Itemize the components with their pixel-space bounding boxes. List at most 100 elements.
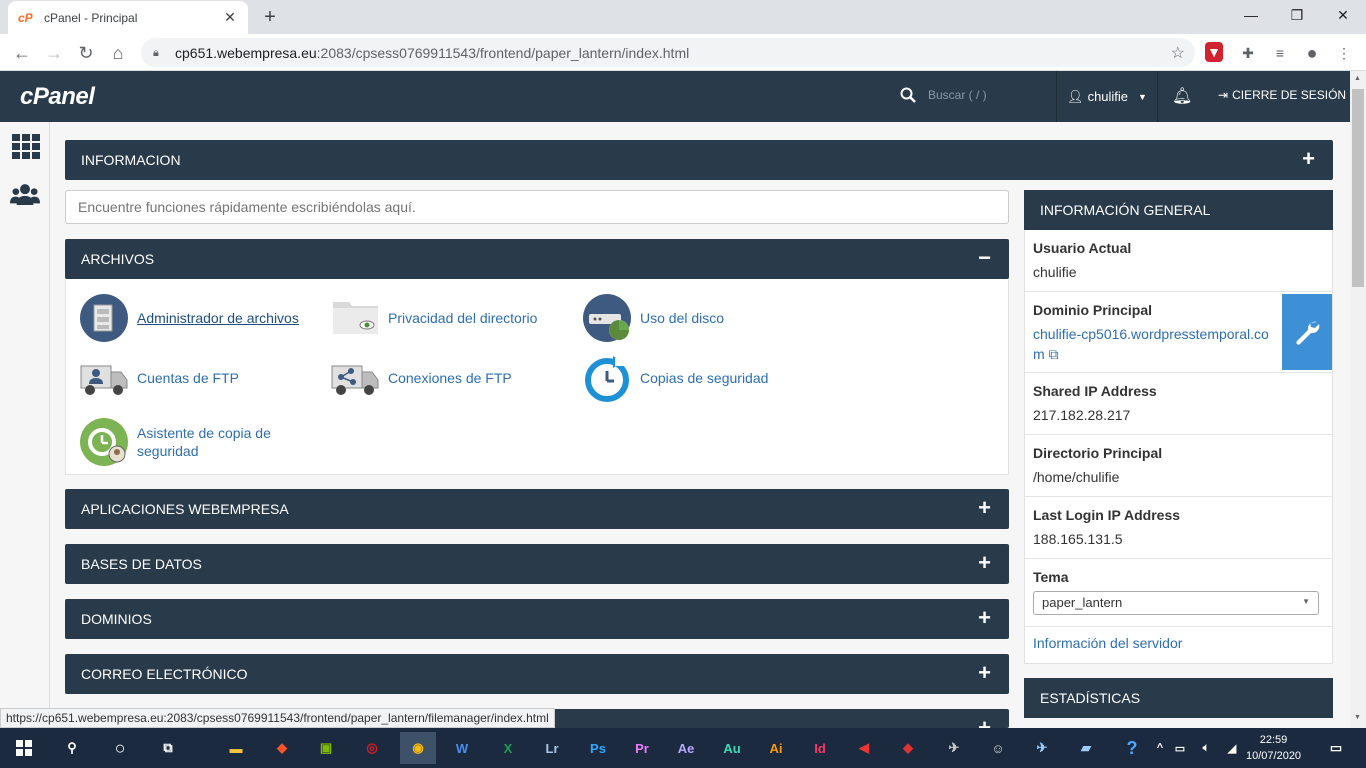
illustrator-icon[interactable]: Ai	[760, 732, 792, 764]
app-icon-4[interactable]: ☺	[982, 732, 1014, 764]
help-icon[interactable]: ?	[1116, 732, 1148, 764]
taskbar-clock[interactable]: 22:59 10/07/2020	[1246, 732, 1301, 764]
scroll-down-icon[interactable]: ▼	[1354, 714, 1361, 721]
informacion-panel-header[interactable]: INFORMACION +	[65, 140, 1333, 180]
primary-domain-link[interactable]: chulifie-cp5016.wordpresstemporal.com ⧉	[1033, 324, 1278, 364]
notifications-icon[interactable]: ▭	[1320, 732, 1352, 764]
expand-plus-icon[interactable]: +	[978, 717, 991, 729]
close-tab-icon[interactable]: ✕	[222, 9, 238, 26]
backup-link[interactable]: Copias de seguridad	[583, 354, 768, 402]
expand-plus-icon[interactable]: +	[1302, 148, 1315, 170]
scroll-thumb[interactable]	[1352, 89, 1364, 287]
app-icon-2[interactable]: ◆	[892, 732, 924, 764]
browser-menu-icon[interactable]: ⋮	[1333, 42, 1355, 64]
app-icon-5[interactable]: ✈	[1026, 732, 1058, 764]
expand-plus-icon[interactable]: +	[978, 497, 991, 519]
user-menu[interactable]: 👤︎ chulifie ▼	[1056, 71, 1158, 122]
word-icon[interactable]: W	[446, 732, 478, 764]
domain-settings-button[interactable]	[1282, 294, 1332, 370]
server-info-link[interactable]: Información del servidor	[1033, 635, 1182, 651]
app-icon-1[interactable]: ◀	[848, 732, 880, 764]
theme-selected: paper_lantern	[1042, 595, 1123, 610]
browser-tab[interactable]: cP cPanel - Principal ✕	[8, 1, 248, 34]
volume-icon[interactable]: 🔈︎	[1196, 732, 1216, 764]
excel-icon[interactable]: X	[492, 732, 524, 764]
indesign-icon[interactable]: Id	[804, 732, 836, 764]
ftp-connections-label: Conexiones de FTP	[388, 370, 512, 386]
current-user-label: Usuario Actual	[1033, 240, 1132, 256]
media-control-icon[interactable]: ≡	[1269, 42, 1291, 64]
maximize-icon[interactable]: ❐	[1274, 0, 1320, 30]
extensions-icon[interactable]: ✚	[1237, 42, 1259, 64]
last-login-value: 188.165.131.5	[1033, 531, 1123, 547]
window-close-icon[interactable]: ✕	[1320, 0, 1366, 30]
apps-grid-icon[interactable]	[12, 132, 42, 162]
directory-privacy-icon	[333, 302, 378, 334]
users-icon[interactable]	[10, 180, 40, 210]
disk-usage-link[interactable]: Uso del disco	[583, 294, 724, 342]
profile-icon[interactable]: ●	[1301, 42, 1323, 64]
bookmark-star-icon[interactable]: ☆	[1171, 43, 1185, 63]
windows-start-icon[interactable]	[8, 732, 40, 764]
dominios-panel-header[interactable]: DOMINIOS +	[65, 599, 1009, 639]
logout-button[interactable]: ⇥ CIERRE DE SESIÓN	[1218, 88, 1346, 102]
notifications-bell-icon[interactable]: 🔔︎	[1172, 86, 1192, 106]
store-icon[interactable]: ▣	[310, 732, 342, 764]
collapse-minus-icon[interactable]: −	[978, 247, 991, 269]
browser-toolbar: ← → ↻ ⌂ 🔒︎ cp651.webempresa.eu:2083/cpse…	[0, 34, 1366, 71]
battery-icon[interactable]: ▭	[1170, 732, 1190, 764]
expand-plus-icon[interactable]: +	[978, 552, 991, 574]
theme-select[interactable]: paper_lantern ▼	[1033, 591, 1319, 615]
new-tab-icon[interactable]: +	[258, 5, 282, 29]
back-icon[interactable]: ←	[8, 39, 36, 67]
aplicaciones-panel-header[interactable]: APLICACIONES WEBEMPRESA +	[65, 489, 1009, 529]
app-icon-3[interactable]: ✈	[938, 732, 970, 764]
backup-wizard-link[interactable]: Asistente de copia de seguridad	[80, 418, 297, 466]
home-icon[interactable]: ⌂	[104, 39, 132, 67]
brave-icon[interactable]: ◆	[266, 732, 298, 764]
photoshop-icon[interactable]: Ps	[582, 732, 614, 764]
minimize-icon[interactable]: —	[1228, 0, 1274, 30]
brave-shield-icon[interactable]: ▼	[1205, 42, 1223, 62]
app-icon-6[interactable]: ▰	[1070, 732, 1102, 764]
file-manager-link[interactable]: Administrador de archivos	[80, 294, 299, 342]
address-bar[interactable]: 🔒︎ cp651.webempresa.eu:2083/cpsess076991…	[141, 38, 1195, 67]
archivos-title: ARCHIVOS	[81, 251, 155, 267]
lightroom-icon[interactable]: Lr	[536, 732, 568, 764]
file-manager-label: Administrador de archivos	[137, 310, 299, 326]
theme-row: Tema paper_lantern ▼	[1025, 559, 1332, 627]
directory-privacy-link[interactable]: Privacidad del directorio	[331, 294, 537, 342]
find-functions-input[interactable]	[65, 190, 1009, 224]
scroll-up-icon[interactable]: ▲	[1354, 75, 1361, 82]
cortana-icon[interactable]: ○	[104, 732, 136, 764]
reload-icon[interactable]: ↻	[72, 39, 100, 67]
chrome-icon[interactable]: ◉	[400, 732, 436, 764]
ftp-accounts-icon	[80, 365, 128, 395]
clock-date: 10/07/2020	[1246, 750, 1302, 762]
premiere-icon[interactable]: Pr	[626, 732, 658, 764]
home-dir-value: /home/chulifie	[1033, 469, 1120, 485]
theme-label: Tema	[1033, 569, 1069, 585]
show-hidden-icons[interactable]: ^	[1150, 732, 1170, 764]
task-view-icon[interactable]: ⧉	[152, 732, 184, 764]
cpanel-logo[interactable]: cPanel	[20, 83, 95, 111]
ftp-connections-link[interactable]: Conexiones de FTP	[331, 354, 512, 402]
expand-plus-icon[interactable]: +	[978, 662, 991, 684]
url-path: :2083/cpsess0769911543/frontend/paper_la…	[316, 44, 690, 61]
taskbar-search-icon[interactable]: ⚲	[56, 732, 88, 764]
cpanel-search[interactable]: Buscar ( / )	[900, 87, 987, 103]
cpanel-header: cPanel Buscar ( / ) 👤︎ chulifie ▼ 🔔︎ ⇥ C…	[0, 71, 1350, 122]
network-icon[interactable]: ◢	[1222, 732, 1242, 764]
expand-plus-icon[interactable]: +	[978, 607, 991, 629]
creative-cloud-icon[interactable]: ◎	[356, 732, 388, 764]
informacion-title: INFORMACION	[81, 152, 181, 168]
ftp-accounts-link[interactable]: Cuentas de FTP	[80, 354, 239, 402]
audition-icon[interactable]: Au	[716, 732, 748, 764]
page-scrollbar[interactable]: ▲ ▼	[1350, 71, 1366, 728]
bases-datos-panel-header[interactable]: BASES DE DATOS +	[65, 544, 1009, 584]
after-effects-icon[interactable]: Ae	[670, 732, 702, 764]
archivos-panel-header[interactable]: ARCHIVOS −	[65, 239, 1009, 279]
forward-icon[interactable]: →	[40, 39, 68, 67]
correo-panel-header[interactable]: CORREO ELECTRÓNICO +	[65, 654, 1009, 694]
file-explorer-icon[interactable]: ▬	[220, 732, 252, 764]
